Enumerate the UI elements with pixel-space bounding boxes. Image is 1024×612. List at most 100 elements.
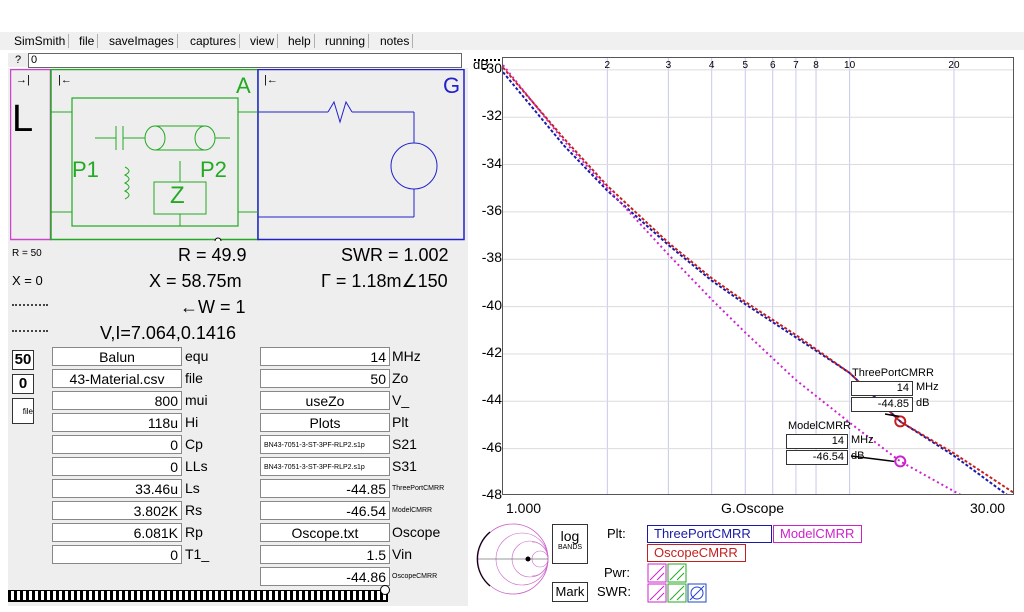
y-tick-label: -48 (481, 486, 502, 502)
model-annotation-freq: 14 (786, 434, 848, 449)
y-tick-label: -44 (481, 391, 502, 408)
oscopecmrr-field[interactable]: -44.86 (260, 567, 390, 586)
y-tick-label: -34 (481, 154, 502, 171)
plt-label: Plt (392, 414, 409, 430)
y-tick-label: -42 (481, 343, 502, 360)
y-tick-label: -36 (481, 201, 502, 218)
equ-field[interactable]: Balun (52, 347, 182, 366)
x-value: X = 58.75m (149, 271, 242, 291)
cmrr-chart[interactable]: 2 3 4 5 6 7 8 10 20 (502, 57, 1014, 495)
y-tick-label: -38 (481, 249, 502, 266)
hi-field[interactable]: 118u (52, 413, 182, 432)
y-tick-label: -30 (481, 59, 502, 76)
rp-field[interactable]: 6.081K (52, 523, 182, 542)
ls-label: Ls (185, 480, 200, 496)
offset-button[interactable]: 0 (12, 374, 34, 394)
zo-button[interactable]: 50 (12, 350, 34, 370)
menu-saveimages[interactable]: saveImages (105, 32, 178, 50)
model-label: ModelCMRR (392, 507, 433, 514)
vin-label: Vin (392, 546, 412, 562)
menu-running[interactable]: running (321, 32, 370, 50)
mui-label: mui (185, 392, 208, 408)
t1-field[interactable]: 0 (52, 545, 182, 564)
trace-toggles (647, 563, 707, 603)
threeport-field[interactable]: -44.85 (260, 479, 390, 498)
smith-chart-icon[interactable] (474, 520, 552, 598)
freq-label: MHz (392, 348, 421, 364)
scroll-slider[interactable] (8, 590, 388, 602)
y-tick-label: -32 (481, 107, 502, 124)
log-bands-button[interactable]: log BANDS (552, 524, 588, 564)
model-field[interactable]: -46.54 (260, 501, 390, 520)
w-value: ←W = 1 (180, 297, 246, 317)
load-label: L (12, 98, 34, 140)
plot-model-button[interactable]: ModelCMRR (773, 525, 862, 543)
lls-field[interactable]: 0 (52, 457, 182, 476)
equ-label: equ (185, 348, 209, 364)
command-input[interactable]: 0 (28, 53, 462, 68)
model-annotation-title: ModelCMRR (788, 420, 851, 432)
mui-field[interactable]: 800 (52, 391, 182, 410)
series-line-ThreePortCMRR (503, 71, 1008, 494)
threeport-annotation-value: -44.85 (851, 397, 913, 412)
freq-field[interactable]: 14 (260, 347, 390, 366)
svg-text:|←: |← (58, 74, 72, 86)
threeport-annotation-freq: 14 (851, 381, 913, 396)
plt-field[interactable]: Plots (260, 413, 390, 432)
series-line-OscopeCMRR (503, 66, 1013, 494)
r-value: R = 49.9 (178, 245, 247, 265)
threeport-annotation-freq-unit: MHz (916, 381, 939, 393)
swr-model-toggle (667, 583, 687, 603)
s31-label: S31 (392, 458, 417, 474)
log-label: log (560, 528, 580, 544)
x-small: X = 0 (12, 273, 43, 288)
swr-threeport-toggle (647, 583, 667, 603)
slider-knob[interactable] (380, 585, 390, 595)
port2-label: P2 (200, 157, 227, 182)
menu-simsmith[interactable]: SimSmith (10, 32, 70, 50)
balun-label: A (236, 73, 251, 98)
ls-field[interactable]: 33.46u (52, 479, 182, 498)
model-annotation-freq-unit: MHz (851, 434, 874, 446)
v-field[interactable]: useZo (260, 391, 390, 410)
unit-dots (12, 330, 48, 332)
bands-label: BANDS (557, 544, 583, 551)
zo-field[interactable]: 50 (260, 369, 390, 388)
plot-threeport-button[interactable]: ThreePortCMRR (647, 525, 772, 543)
svg-text:|←: |← (264, 74, 278, 86)
y-tick-label: -40 (481, 296, 502, 313)
model-marker (894, 455, 907, 468)
file-button[interactable]: file (12, 398, 34, 424)
r-small: R = 50 (12, 248, 42, 259)
x-end-label: 30.00 (970, 500, 1006, 516)
plot-oscope-button[interactable]: OscopeCMRR (647, 544, 746, 562)
y-tick-label: -46 (481, 438, 502, 455)
t1-label: T1_ (185, 546, 210, 562)
mark-button[interactable]: Mark (552, 582, 588, 602)
s21-label: S21 (392, 436, 417, 452)
port1-label: P1 (72, 157, 99, 182)
s31-field[interactable]: BN43-7051-3-ST-3PF-RLP2.s1p (260, 457, 390, 476)
cp-field[interactable]: 0 (52, 435, 182, 454)
threeport-annotation-title: ThreePortCMRR (852, 367, 934, 379)
x-start-label: 1.000 (506, 500, 542, 516)
svg-text:→|: →| (16, 74, 30, 86)
menu-file[interactable]: file (75, 32, 99, 50)
file-field[interactable]: 43-Material.csv (52, 369, 182, 388)
swr-label: SWR: (597, 584, 631, 599)
threeport-annotation-value-unit: dB (916, 397, 930, 409)
menu-view[interactable]: view (246, 32, 279, 50)
gamma-value: Γ = 1.18m∠150 (321, 271, 448, 291)
s21-field[interactable]: BN43-7051-3-ST-3PF-RLP2.s1p (260, 435, 390, 454)
vi-value: V,I=7.064,0.1416 (100, 323, 236, 343)
menu-captures[interactable]: captures (186, 32, 241, 50)
menu-help[interactable]: help (284, 32, 315, 50)
cp-label: Cp (185, 436, 203, 452)
rs-field[interactable]: 3.802K (52, 501, 182, 520)
pwr-label: Pwr: (604, 565, 630, 580)
vin-field[interactable]: 1.5 (260, 545, 390, 564)
oscope-field[interactable]: Oscope.txt (260, 523, 390, 542)
menu-notes[interactable]: notes (376, 32, 414, 50)
model-annotation-value-unit: dB (851, 450, 865, 462)
help-button[interactable]: ? (8, 53, 28, 67)
